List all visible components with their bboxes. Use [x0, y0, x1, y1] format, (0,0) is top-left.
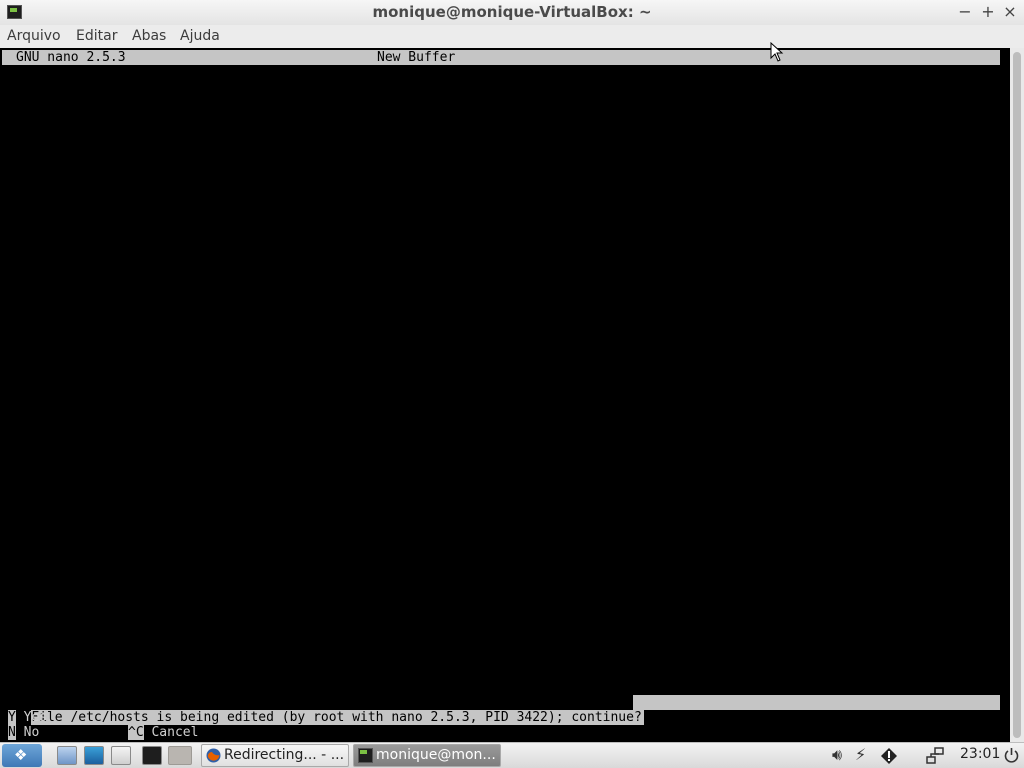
- task-label: monique@mon...: [376, 747, 496, 763]
- nano-option-yes[interactable]: Y Yes: [8, 710, 47, 725]
- nano-buffer-name: New Buffer: [377, 50, 456, 65]
- option-label: No: [23, 725, 40, 740]
- terminal-scrollbar[interactable]: [1010, 48, 1024, 742]
- nano-prompt-line: File /etc/hosts is being edited (by root…: [0, 695, 1000, 725]
- nano-option-no[interactable]: N No: [8, 725, 39, 740]
- maximize-button[interactable]: +: [979, 1, 997, 23]
- taskbar: ❖ Redirecting... - ... monique@mon... 🔊︎…: [0, 742, 1024, 768]
- terminal-area[interactable]: GNU nano 2.5.3 New Buffer File /etc/host…: [0, 48, 1010, 742]
- desktop-launcher-icon[interactable]: [168, 746, 192, 765]
- nano-option-cancel[interactable]: ^C Cancel: [128, 725, 198, 740]
- option-key: ^C: [128, 725, 144, 740]
- option-label: Cancel: [151, 725, 199, 740]
- terminal-launcher-icon[interactable]: [142, 746, 162, 765]
- window-title: monique@monique-VirtualBox: ~: [372, 3, 652, 21]
- firefox-icon: [206, 748, 221, 763]
- start-icon: ❖: [14, 746, 28, 764]
- network-launcher-icon[interactable]: [84, 746, 104, 765]
- nano-prompt: File /etc/hosts is being edited (by root…: [31, 710, 644, 725]
- menu-ajuda[interactable]: Ajuda: [180, 28, 220, 44]
- warning-icon[interactable]: [880, 747, 898, 765]
- task-label: Redirecting... - ...: [224, 747, 345, 763]
- option-key: N: [8, 725, 16, 740]
- window-titlebar[interactable]: monique@monique-VirtualBox: ~ − + ×: [0, 0, 1024, 26]
- nano-prompt-input[interactable]: [633, 695, 1000, 710]
- start-menu-button[interactable]: ❖: [2, 744, 42, 767]
- file-manager-launcher-icon[interactable]: [57, 746, 77, 765]
- minimize-button[interactable]: −: [956, 1, 974, 23]
- menu-editar[interactable]: Editar: [76, 28, 117, 44]
- window-launcher-icon[interactable]: [111, 746, 131, 765]
- mouse-cursor-icon: [770, 42, 784, 62]
- menu-abas[interactable]: Abas: [132, 28, 166, 44]
- clock[interactable]: 23:01: [960, 746, 1000, 762]
- menu-bar: Arquivo Editar Abas Ajuda: [0, 25, 1024, 48]
- taskbar-item-terminal[interactable]: monique@mon...: [353, 744, 501, 767]
- terminal-icon: [358, 748, 373, 763]
- menu-arquivo[interactable]: Arquivo: [7, 28, 61, 44]
- close-button[interactable]: ×: [1001, 1, 1019, 23]
- taskbar-item-firefox[interactable]: Redirecting... - ...: [201, 744, 349, 767]
- shutdown-icon[interactable]: [1003, 747, 1020, 764]
- volume-icon[interactable]: 🔊︎: [832, 745, 842, 765]
- option-key: Y: [8, 710, 16, 725]
- option-label: Yes: [23, 710, 48, 725]
- nano-version: GNU nano 2.5.3: [16, 50, 126, 65]
- power-icon[interactable]: ⚡︎: [855, 745, 866, 764]
- network-icon[interactable]: [925, 747, 945, 765]
- nano-title-bar: GNU nano 2.5.3 New Buffer: [2, 50, 1000, 65]
- scrollbar-thumb[interactable]: [1013, 52, 1021, 738]
